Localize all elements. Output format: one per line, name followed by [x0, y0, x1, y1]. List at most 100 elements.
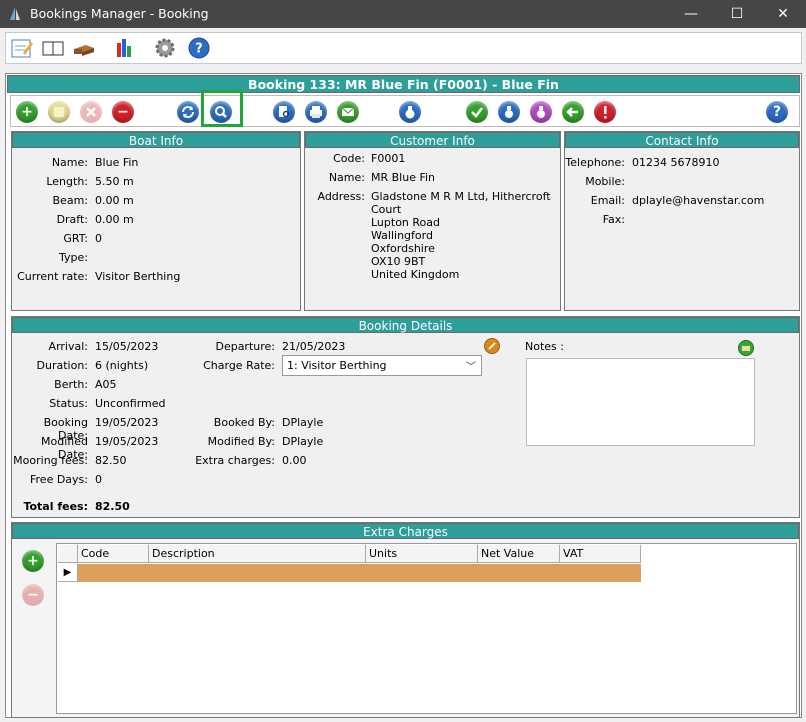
duration-label: Duration:: [36, 359, 88, 372]
exclamation-icon: [604, 106, 607, 119]
main-toolbar: ?: [5, 32, 802, 64]
contact-info-title: Contact Info: [565, 132, 799, 148]
minimize-button[interactable]: —: [668, 0, 714, 28]
svg-text:?: ?: [195, 42, 203, 57]
printer-icon: [310, 106, 322, 118]
email-icon[interactable]: [337, 101, 359, 123]
envelope-icon: [341, 107, 355, 116]
address-line: OX10 9BT: [371, 255, 426, 268]
maximize-button[interactable]: ☐: [714, 0, 760, 28]
mooring-fees-label: Mooring fees:: [13, 454, 88, 467]
booking-details-title: Booking Details: [12, 317, 799, 333]
customer-code-value: F0001: [371, 152, 406, 165]
bed-icon[interactable]: [72, 37, 96, 59]
sail-icon: [10, 7, 20, 20]
save-glyph-icon: [54, 107, 64, 117]
money-bag-purple-icon: [537, 106, 545, 118]
credit-icon[interactable]: [530, 101, 552, 123]
boat-draft-value: 0.00 m: [95, 213, 134, 226]
alert-icon[interactable]: [594, 101, 616, 123]
window-title: Bookings Manager - Booking: [30, 6, 209, 21]
boat-length-label: Length:: [46, 175, 88, 188]
boat-grt-value: 0: [95, 232, 102, 245]
money-bag-doc-icon: [505, 106, 513, 118]
bar-chart-icon[interactable]: [113, 37, 137, 59]
customer-info-title: Customer Info: [305, 132, 560, 148]
customer-address-label: Address:: [317, 190, 365, 203]
boat-info-title: Boat Info: [12, 132, 300, 148]
extra-charges-label: Extra charges:: [195, 454, 275, 467]
email-label: Email:: [590, 194, 625, 207]
invoice-icon[interactable]: [498, 101, 520, 123]
back-icon[interactable]: [562, 101, 584, 123]
berth-label: Berth:: [54, 378, 88, 391]
payment-icon[interactable]: [399, 101, 421, 123]
edit-dates-icon[interactable]: [484, 338, 500, 354]
berth-value: A05: [95, 378, 117, 391]
add-charge-button[interactable]: +: [22, 550, 44, 572]
gear-icon[interactable]: [153, 37, 177, 59]
help-button[interactable]: ?: [766, 101, 788, 123]
x-icon: [86, 107, 96, 117]
status-label: Status:: [49, 397, 88, 410]
title-bar: Bookings Manager - Booking — ☐ ✕: [0, 0, 806, 28]
row-marker-icon: ▶: [58, 564, 78, 582]
mobile-label: Mobile:: [585, 175, 625, 188]
booking-date-value: 19/05/2023: [95, 416, 159, 429]
extra-charges-grid[interactable]: Code Description Units Net Value VAT ▶: [56, 543, 797, 714]
book-icon[interactable]: [41, 37, 65, 59]
boat-name-value: Blue Fin: [95, 156, 139, 169]
column-header-units[interactable]: Units: [366, 545, 478, 563]
document-search-icon: [279, 106, 290, 118]
confirm-icon[interactable]: [466, 101, 488, 123]
close-button[interactable]: ✕: [760, 0, 806, 28]
total-fees-label: Total fees:: [23, 500, 88, 513]
preview-icon[interactable]: [273, 101, 295, 123]
modified-by-value: DPlayle: [282, 435, 324, 448]
email-value[interactable]: dplayle@havenstar.com: [632, 194, 764, 207]
departure-value: 21/05/2023: [282, 340, 346, 353]
charge-rate-label: Charge Rate:: [203, 359, 275, 372]
arrival-label: Arrival:: [48, 340, 88, 353]
boat-name-label: Name:: [51, 156, 88, 169]
address-line: United Kingdom: [371, 268, 460, 281]
remove-charge-button[interactable]: −: [22, 584, 44, 606]
boat-rate-value: Visitor Berthing: [95, 270, 181, 283]
refresh-icon[interactable]: [177, 101, 199, 123]
refresh-arrows-icon: [182, 106, 194, 118]
boat-grt-label: GRT:: [63, 232, 88, 245]
delete-booking-button[interactable]: −: [112, 101, 134, 123]
address-line: Lupton Road: [371, 216, 441, 229]
column-header-net-value[interactable]: Net Value: [478, 545, 560, 563]
check-icon: [471, 107, 483, 118]
boat-rate-label: Current rate:: [17, 270, 88, 283]
column-header-description[interactable]: Description: [149, 545, 366, 563]
arrival-value: 15/05/2023: [95, 340, 159, 353]
table-row[interactable]: [78, 564, 641, 582]
help-icon[interactable]: ?: [187, 37, 211, 59]
notes-textarea[interactable]: [526, 358, 755, 446]
status-value: Unconfirmed: [95, 397, 166, 410]
departure-label: Departure:: [215, 340, 275, 353]
boat-draft-label: Draft:: [56, 213, 88, 226]
column-header-vat[interactable]: VAT: [560, 545, 641, 563]
free-days-label: Free Days:: [30, 473, 88, 486]
boat-beam-label: Beam:: [52, 194, 88, 207]
booking-header: Booking 133: MR Blue Fin (F0001) - Blue …: [7, 75, 800, 93]
notepad-icon[interactable]: [10, 37, 34, 59]
chevron-down-icon: ﹀: [466, 362, 476, 373]
open-folder-icon[interactable]: [738, 340, 754, 356]
add-booking-button[interactable]: +: [16, 101, 38, 123]
mooring-fees-value: 82.50: [95, 454, 127, 467]
save-icon[interactable]: [48, 101, 70, 123]
print-icon[interactable]: [305, 101, 327, 123]
notes-label: Notes :: [525, 340, 564, 353]
customer-code-label: Code:: [333, 152, 365, 165]
free-days-value: 0: [95, 473, 102, 486]
duration-value: 6 (nights): [95, 359, 149, 372]
cancel-icon[interactable]: [80, 101, 102, 123]
charge-rate-select[interactable]: 1: Visitor Berthing ﹀: [282, 355, 482, 376]
booked-by-label: Booked By:: [213, 416, 275, 429]
boat-beam-value: 0.00 m: [95, 194, 134, 207]
column-header-code[interactable]: Code: [78, 545, 149, 563]
